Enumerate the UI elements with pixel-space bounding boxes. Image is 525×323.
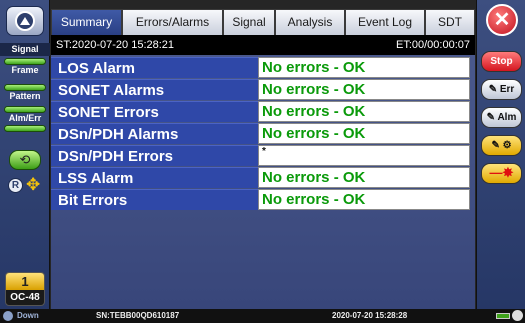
app-screen: Signal Frame Pattern Alm/Err ⟲ R ✥ 1 OC-…	[0, 0, 525, 323]
tab-errors-alarms[interactable]: Errors/Alarms	[122, 9, 223, 35]
inject-alarm-label: Alm	[497, 112, 517, 123]
close-icon: ✕	[493, 9, 511, 31]
summary-row-lss-alarm[interactable]: LSS Alarm No errors - OK	[51, 167, 475, 188]
home-button[interactable]	[6, 6, 44, 36]
move-icon[interactable]: ✥	[26, 176, 40, 193]
row-status: No errors - OK	[258, 79, 470, 100]
tab-event-log[interactable]: Event Log	[345, 9, 425, 35]
summary-row-bit-errors[interactable]: Bit Errors No errors - OK	[51, 189, 475, 210]
sidebar-item-pattern[interactable]: Pattern	[4, 84, 46, 102]
summary-row-dsn-pdh-alarms[interactable]: DSn/PDH Alarms No errors - OK	[51, 123, 475, 144]
sidebar-item-label: Alm/Err	[8, 113, 42, 123]
summary-row-los-alarm[interactable]: LOS Alarm No errors - OK	[51, 57, 475, 78]
pattern-status-led	[4, 84, 46, 91]
row-label: DSn/PDH Errors	[51, 145, 258, 166]
summary-row-dsn-pdh-errors[interactable]: DSn/PDH Errors *	[51, 145, 475, 166]
history-button[interactable]: ⟲	[9, 150, 41, 170]
sidebar-signal-label[interactable]: Signal	[0, 43, 50, 56]
network-icon[interactable]	[512, 310, 523, 321]
row-label: SONET Errors	[51, 101, 258, 122]
laser-button[interactable]: —✸	[481, 163, 522, 184]
port-rate: OC-48	[10, 292, 40, 303]
elapsed-time: ET:00/00:00:07	[395, 39, 470, 51]
port-number: 1	[6, 273, 44, 290]
summary-row-sonet-alarms[interactable]: SONET Alarms No errors - OK	[51, 79, 475, 100]
time-header: ST:2020-07-20 15:28:21 ET:00/00:00:07	[51, 35, 475, 55]
close-button[interactable]: ✕	[486, 4, 518, 36]
inject-alarm-button[interactable]: ✎ Alm	[481, 107, 522, 128]
sidebar-item-label: Pattern	[9, 91, 41, 101]
row-label: LOS Alarm	[51, 57, 258, 78]
summary-list: LOS Alarm No errors - OK SONET Alarms No…	[51, 55, 475, 210]
status-datetime: 2020-07-20 15:28:28	[332, 311, 408, 320]
start-time: ST:2020-07-20 15:28:21	[56, 39, 175, 51]
tab-signal[interactable]: Signal	[223, 9, 275, 35]
power-state: Down	[17, 311, 39, 320]
summary-row-sonet-errors[interactable]: SONET Errors No errors - OK	[51, 101, 475, 122]
status-bar: Down SN:TEBB00QD610187 2020-07-20 15:28:…	[0, 309, 525, 323]
wrench-gear-icon: ✎ ⚙	[491, 140, 512, 151]
port-badge[interactable]: 1 OC-48	[5, 272, 45, 306]
sidebar-item-label: Frame	[11, 65, 39, 75]
stop-button[interactable]: Stop	[481, 51, 522, 72]
row-label: SONET Alarms	[51, 79, 258, 100]
row-status: *	[258, 145, 470, 166]
summary-panel: ST:2020-07-20 15:28:21 ET:00/00:00:07 LO…	[51, 35, 475, 309]
sidebar-item-frame[interactable]: Frame	[4, 58, 46, 76]
history-icon: ⟲	[19, 152, 31, 167]
laser-icon: —✸	[489, 165, 514, 180]
frame-status-led	[4, 58, 46, 65]
sidebar-item-alm-err[interactable]: Alm/Err	[4, 106, 46, 124]
row-status: No errors - OK	[258, 167, 470, 188]
right-sidebar: ✕ Stop ✎ Err ✎ Alm ✎ ⚙ —✸	[476, 0, 525, 309]
inject-icon: ✎	[486, 112, 496, 123]
battery-icon	[496, 313, 510, 319]
row-status: No errors - OK	[258, 57, 470, 78]
serial-number: SN:TEBB00QD610187	[96, 311, 180, 320]
tab-sdt[interactable]: SDT	[425, 9, 475, 35]
tab-analysis[interactable]: Analysis	[275, 9, 345, 35]
row-status: No errors - OK	[258, 189, 470, 210]
alm-err-status-led	[4, 106, 46, 113]
row-label: DSn/PDH Alarms	[51, 123, 258, 144]
home-icon	[15, 11, 35, 31]
inject-error-label: Err	[499, 84, 515, 95]
remote-icon[interactable]: R	[8, 178, 23, 193]
inject-error-button[interactable]: ✎ Err	[481, 79, 522, 100]
extra-status-led	[4, 125, 46, 132]
tab-summary[interactable]: Summary	[51, 9, 122, 35]
row-label: LSS Alarm	[51, 167, 258, 188]
power-icon	[3, 311, 13, 321]
row-label: Bit Errors	[51, 189, 258, 210]
row-status: No errors - OK	[258, 101, 470, 122]
tab-bar: Summary Errors/Alarms Signal Analysis Ev…	[51, 9, 475, 35]
tools-button[interactable]: ✎ ⚙	[481, 135, 522, 156]
sidebar-extra-led	[4, 125, 46, 132]
left-sidebar: Signal Frame Pattern Alm/Err ⟲ R ✥ 1 OC-…	[0, 0, 50, 309]
inject-icon: ✎	[488, 84, 498, 95]
row-status: No errors - OK	[258, 123, 470, 144]
